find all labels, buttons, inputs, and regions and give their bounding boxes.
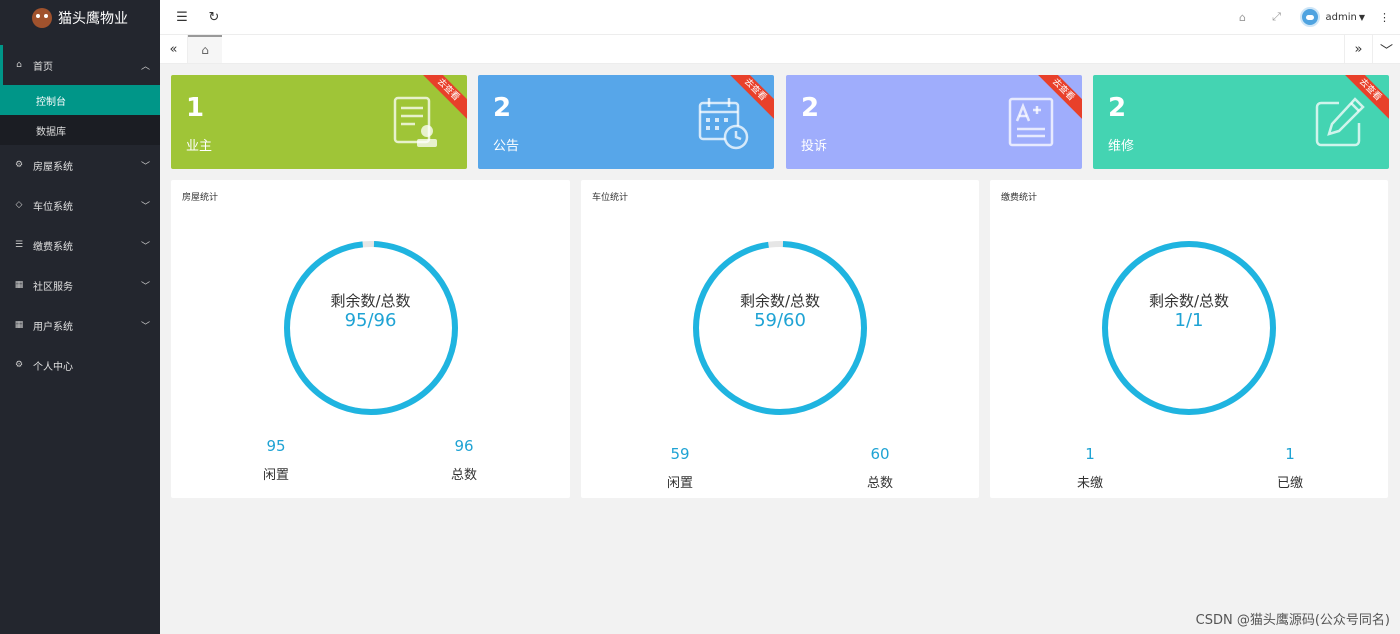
- stat-label: 未缴: [1076, 476, 1103, 491]
- panel-parking-stats: 车位统计 剩余数/总数 59/60 59 闲置 60 总数: [581, 180, 979, 498]
- app-title: 猫头鹰物业: [58, 10, 128, 27]
- avatar[interactable]: [1299, 7, 1320, 27]
- card-value: 2: [801, 93, 820, 123]
- sidebar-item-database[interactable]: 数据库: [0, 115, 160, 145]
- card-owners[interactable]: 1 业主 去查看: [171, 75, 467, 169]
- tag-icon[interactable]: ⌂: [1232, 11, 1254, 24]
- stat-value: 96: [454, 437, 474, 455]
- gauge-value: 1/1: [1174, 310, 1204, 331]
- card-announcements[interactable]: 2 公告 去查看: [478, 75, 774, 169]
- stat-label: 闲置: [262, 468, 289, 483]
- tabs-dropdown-icon[interactable]: ﹀: [1372, 35, 1400, 63]
- tab-bar: « ⌂ » ﹀: [160, 35, 1400, 64]
- chevron-down-icon: ﹀: [140, 161, 150, 172]
- chevron-down-icon: ﹀: [140, 281, 150, 292]
- chevron-down-icon: ﹀: [140, 241, 150, 252]
- stat-label: 已缴: [1276, 476, 1303, 491]
- sidebar-item-community[interactable]: ▦ 社区服务 ﹀: [0, 265, 160, 305]
- gear-icon: ⚙: [14, 360, 24, 370]
- certificate-icon: [393, 96, 437, 147]
- gauge: 剩余数/总数 59/60: [690, 238, 870, 418]
- card-repairs[interactable]: 2 维修 去查看: [1093, 75, 1389, 169]
- home-icon: ⌂: [201, 43, 209, 57]
- sidebar-item-parking[interactable]: ◇ 车位系统 ﹀: [0, 185, 160, 225]
- card-complaints[interactable]: 2 投诉 去查看: [786, 75, 1082, 169]
- panel-housing-stats: 房屋统计 剩余数/总数 95/96 95 闲置 96 总数: [171, 180, 570, 498]
- stat-value: 1: [1285, 445, 1295, 463]
- panel-payment-stats: 缴费统计 剩余数/总数 1/1 1 未缴 1 已缴: [990, 180, 1388, 498]
- sidebar-item-profile[interactable]: ⚙ 个人中心: [0, 345, 160, 385]
- panel-title: 车位统计: [592, 193, 629, 203]
- stat-value: 59: [670, 445, 690, 463]
- stat-value: 60: [870, 445, 890, 463]
- stat-label: 总数: [450, 468, 477, 483]
- top-header: ☰ ↻ ⌂ ⤢ admin ▼ ⋮: [160, 0, 1400, 35]
- calendar-clock-icon: [698, 98, 749, 150]
- tabs-scroll-left-icon[interactable]: «: [160, 35, 188, 63]
- sidebar: 猫头鹰物业 ⌂ 首页 ︿ 控制台 数据库 ⚙ 房屋系统 ﹀ ◇ 车位系统 ﹀ ☰…: [0, 0, 160, 634]
- sidebar-item-housing[interactable]: ⚙ 房屋系统 ﹀: [0, 145, 160, 185]
- app-logo[interactable]: 猫头鹰物业: [0, 0, 160, 35]
- stat-label: 闲置: [666, 476, 693, 491]
- caret-down-icon[interactable]: ▼: [1359, 13, 1365, 22]
- sidebar-item-payment[interactable]: ☰ 缴费系统 ﹀: [0, 225, 160, 265]
- document-edit-icon: [1008, 97, 1054, 147]
- tab-home[interactable]: ⌂: [188, 35, 222, 63]
- list-icon: ☰: [14, 240, 24, 250]
- chevron-up-icon: ︿: [140, 61, 150, 72]
- gear-icon: ⚙: [14, 160, 24, 170]
- sidebar-item-label: 社区服务: [33, 281, 73, 293]
- stat-value: 1: [1085, 445, 1095, 463]
- stat-paid: 1 已缴: [1230, 445, 1350, 491]
- username[interactable]: admin: [1326, 12, 1357, 23]
- gauge-caption: 剩余数/总数: [330, 292, 411, 310]
- more-vertical-icon[interactable]: ⋮: [1379, 11, 1390, 24]
- pencil-square-icon: [1315, 97, 1365, 147]
- home-icon: ⌂: [16, 60, 22, 70]
- stat-unpaid: 1 未缴: [1030, 445, 1150, 491]
- chevron-down-icon: ﹀: [140, 201, 150, 212]
- stat-value: 95: [266, 437, 286, 455]
- panel-title: 缴费统计: [1001, 193, 1038, 203]
- card-label: 公告: [493, 139, 520, 154]
- gauge-caption: 剩余数/总数: [739, 292, 821, 310]
- gauge: 剩余数/总数 1/1: [1099, 238, 1279, 418]
- sidebar-item-label: 缴费系统: [33, 241, 73, 253]
- watermark: CSDN @猫头鹰源码(公众号同名): [1195, 613, 1390, 628]
- sidebar-item-label: 用户系统: [33, 321, 73, 333]
- gauge-caption: 剩余数/总数: [1148, 292, 1230, 310]
- stat-idle: 59 闲置: [620, 445, 740, 491]
- gauge: 剩余数/总数 95/96: [281, 238, 461, 418]
- owl-logo-icon: [32, 7, 52, 28]
- panel-title: 房屋统计: [182, 193, 219, 203]
- tabs-scroll-right-icon[interactable]: »: [1344, 35, 1372, 63]
- card-label: 维修: [1108, 139, 1135, 154]
- card-value: 1: [186, 93, 205, 123]
- cube-icon: ◇: [15, 200, 23, 210]
- stat-total: 96 总数: [404, 437, 524, 483]
- grid-icon: ▦: [14, 320, 24, 330]
- card-label: 业主: [186, 139, 213, 154]
- sidebar-item-label: 房屋系统: [33, 161, 73, 173]
- menu-toggle-icon[interactable]: ☰: [172, 7, 192, 27]
- sidebar-item-console[interactable]: 控制台: [0, 85, 160, 115]
- stat-label: 总数: [866, 476, 893, 491]
- sidebar-item-label: 首页: [33, 61, 53, 73]
- chevron-down-icon: ﹀: [140, 321, 150, 332]
- refresh-icon[interactable]: ↻: [204, 7, 224, 27]
- gauge-value: 59/60: [754, 310, 806, 331]
- sidebar-item-label: 车位系统: [33, 201, 73, 213]
- fullscreen-icon[interactable]: ⤢: [1266, 10, 1288, 24]
- gauge-value: 95/96: [344, 310, 397, 331]
- stat-total: 60 总数: [820, 445, 940, 491]
- card-value: 2: [493, 93, 512, 123]
- card-label: 投诉: [801, 139, 828, 154]
- stat-idle: 95 闲置: [216, 437, 336, 483]
- grid-icon: ▦: [14, 280, 24, 290]
- sidebar-item-home[interactable]: ⌂ 首页 ︿: [0, 45, 160, 85]
- sidebar-submenu-home: 控制台 数据库: [0, 85, 160, 145]
- sidebar-item-label: 个人中心: [33, 361, 73, 373]
- card-value: 2: [1108, 93, 1127, 123]
- sidebar-item-users[interactable]: ▦ 用户系统 ﹀: [0, 305, 160, 345]
